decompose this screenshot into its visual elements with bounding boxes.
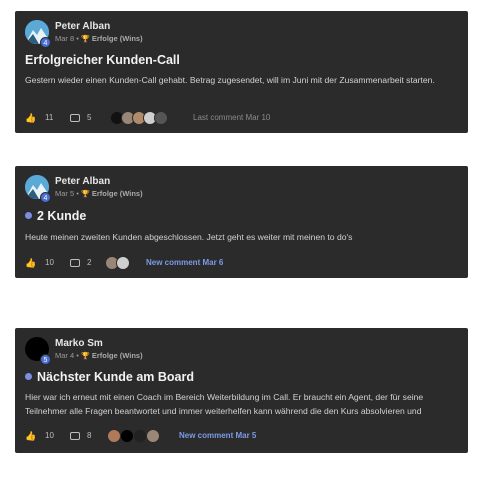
meta-separator: • bbox=[76, 351, 79, 360]
post-card[interactable]: 4 Peter Alban Mar 8 • 🏆 Erfolge (Wins) E… bbox=[15, 11, 468, 133]
post-footer: 👍 11 5 Last comment Mar 10 bbox=[25, 110, 465, 126]
avatar bbox=[154, 111, 168, 125]
trophy-icon: 🏆 bbox=[81, 353, 90, 360]
new-comment-link[interactable]: New comment Mar 6 bbox=[146, 255, 223, 271]
level-badge: 4 bbox=[40, 192, 51, 203]
trophy-icon: 🏆 bbox=[81, 36, 90, 43]
commenter-avatars bbox=[110, 110, 200, 126]
comment-icon[interactable] bbox=[70, 432, 80, 440]
avatar bbox=[120, 429, 134, 443]
unread-dot bbox=[25, 373, 32, 380]
post-card[interactable]: 4 Peter Alban Mar 5 • 🏆 Erfolge (Wins) 2… bbox=[15, 166, 468, 278]
post-body: Heute meinen zweiten Kunden abgeschlosse… bbox=[25, 232, 353, 242]
post-date: Mar 8 bbox=[55, 34, 75, 43]
unread-dot bbox=[25, 212, 32, 219]
post-title-text: 2 Kunde bbox=[37, 209, 87, 223]
post-meta: Mar 4 • 🏆 Erfolge (Wins) bbox=[55, 351, 143, 360]
comment-icon[interactable] bbox=[70, 114, 80, 122]
avatar bbox=[107, 429, 121, 443]
comment-count: 5 bbox=[87, 113, 92, 122]
author-name[interactable]: Peter Alban bbox=[55, 176, 110, 187]
post-meta: Mar 8 • 🏆 Erfolge (Wins) bbox=[55, 34, 143, 43]
avatar bbox=[146, 429, 160, 443]
post-card[interactable]: 5 Marko Sm Mar 4 • 🏆 Erfolge (Wins) Näch… bbox=[15, 328, 468, 453]
post-title-text: Nächster Kunde am Board bbox=[37, 370, 194, 384]
level-badge: 5 bbox=[40, 354, 51, 365]
post-footer: 👍 10 2 New comment Mar 6 bbox=[25, 255, 465, 271]
new-comment-link[interactable]: New comment Mar 5 bbox=[179, 428, 256, 444]
like-count: 10 bbox=[45, 258, 54, 267]
commenter-avatars bbox=[105, 255, 145, 271]
comment-status: Last comment Mar 10 bbox=[193, 113, 271, 122]
thumbs-up-icon[interactable]: 👍 bbox=[25, 255, 36, 271]
category-label[interactable]: Erfolge (Wins) bbox=[92, 34, 143, 43]
comment-count: 2 bbox=[87, 258, 92, 267]
author-name[interactable]: Peter Alban bbox=[55, 21, 110, 32]
meta-separator: • bbox=[76, 189, 79, 198]
post-title[interactable]: Nächster Kunde am Board bbox=[25, 370, 194, 384]
post-header: 5 Marko Sm Mar 4 • 🏆 Erfolge (Wins) bbox=[25, 337, 325, 365]
post-header: 4 Peter Alban Mar 5 • 🏆 Erfolge (Wins) bbox=[25, 175, 325, 203]
post-meta: Mar 5 • 🏆 Erfolge (Wins) bbox=[55, 189, 143, 198]
trophy-icon: 🏆 bbox=[81, 191, 90, 198]
comment-count: 8 bbox=[87, 431, 92, 440]
post-date: Mar 4 bbox=[55, 351, 75, 360]
level-badge: 4 bbox=[40, 37, 51, 48]
like-count: 11 bbox=[45, 113, 54, 122]
category-label[interactable]: Erfolge (Wins) bbox=[92, 351, 143, 360]
avatar bbox=[116, 256, 130, 270]
thumbs-up-icon[interactable]: 👍 bbox=[25, 428, 36, 444]
post-body: Gestern wieder einen Kunden-Call gehabt.… bbox=[25, 75, 435, 85]
like-count: 10 bbox=[45, 431, 54, 440]
post-footer: 👍 10 8 New comment Mar 5 bbox=[25, 428, 465, 444]
commenter-avatars bbox=[107, 428, 177, 444]
comment-icon[interactable] bbox=[70, 259, 80, 267]
avatar bbox=[133, 429, 147, 443]
post-date: Mar 5 bbox=[55, 189, 75, 198]
post-title-text: Erfolgreicher Kunden-Call bbox=[25, 53, 180, 67]
post-body: Hier war ich erneut mit einen Coach im B… bbox=[25, 392, 424, 416]
post-title[interactable]: 2 Kunde bbox=[25, 209, 86, 223]
thumbs-up-icon[interactable]: 👍 bbox=[25, 110, 36, 126]
post-title[interactable]: Erfolgreicher Kunden-Call bbox=[25, 53, 180, 67]
author-name[interactable]: Marko Sm bbox=[55, 338, 103, 349]
category-label[interactable]: Erfolge (Wins) bbox=[92, 189, 143, 198]
meta-separator: • bbox=[76, 34, 79, 43]
post-header: 4 Peter Alban Mar 8 • 🏆 Erfolge (Wins) bbox=[25, 20, 325, 48]
